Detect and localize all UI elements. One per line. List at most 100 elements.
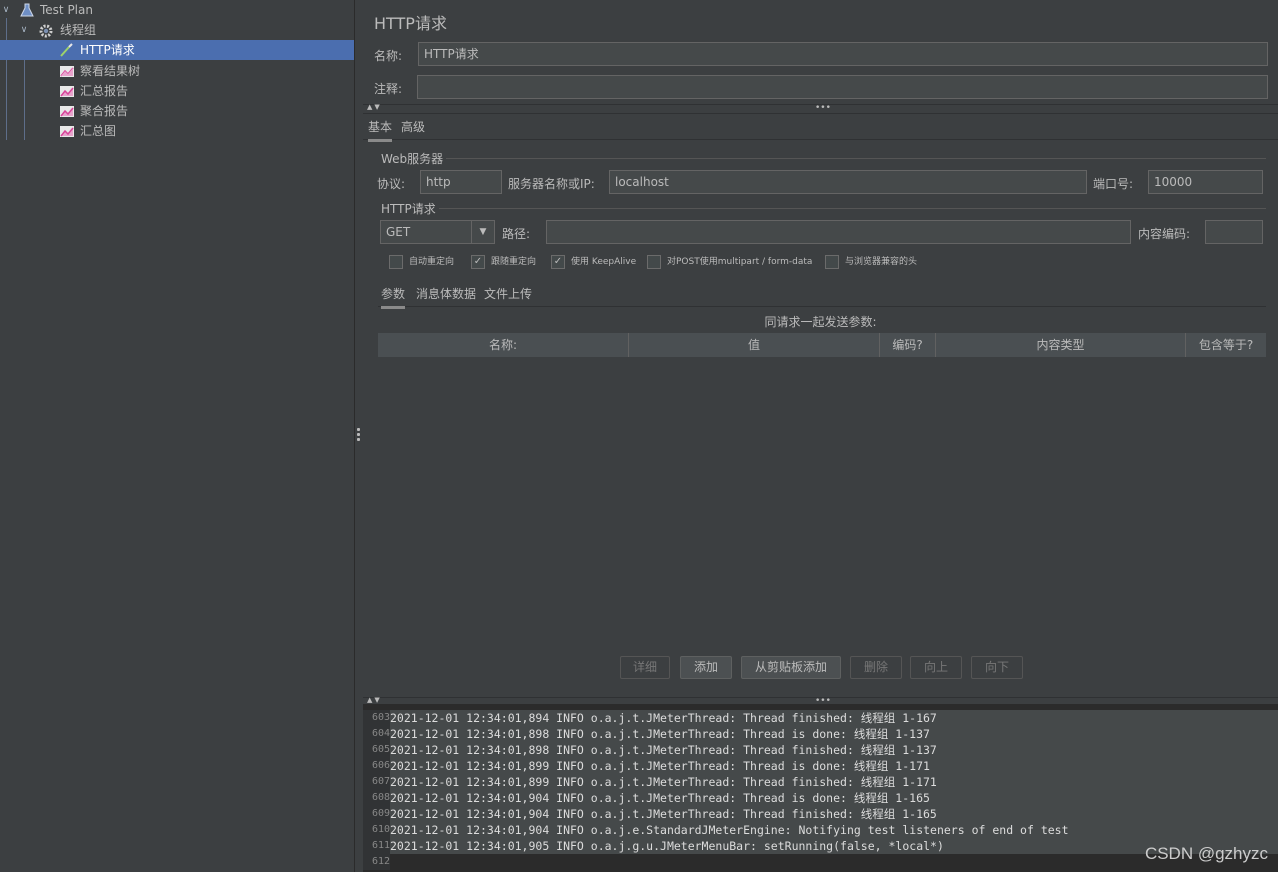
tree-item-summary-graph[interactable]: 汇总图 <box>0 121 354 141</box>
log-current-line[interactable]: 612 <box>363 854 1278 870</box>
gear-icon <box>38 23 54 38</box>
checkbox-label: 使用 KeepAlive <box>571 257 637 267</box>
tree-item-summary-report[interactable]: 汇总报告 <box>0 81 354 101</box>
encoding-field[interactable] <box>1205 220 1263 244</box>
log-line: 608 2021-12-01 12:34:01,904 INFO o.a.j.t… <box>363 790 1278 806</box>
protocol-field[interactable]: http <box>420 170 502 194</box>
checkbox-label: 自动重定向 <box>409 257 455 267</box>
tree-item-http-request[interactable]: HTTP请求 <box>0 40 354 60</box>
column-header-encode[interactable]: 编码? <box>880 333 936 357</box>
move-up-button[interactable]: 向上 <box>910 656 962 679</box>
log-text: 2021-12-01 12:34:01,904 INFO o.a.j.t.JMe… <box>390 790 1278 806</box>
line-number: 608 <box>363 790 390 806</box>
column-header-name[interactable]: 名称: <box>378 333 629 357</box>
method-value: GET <box>386 225 411 239</box>
collapse-arrows-icon[interactable]: ▲▼ <box>367 696 382 704</box>
add-from-clipboard-button[interactable]: 从剪贴板添加 <box>741 656 841 679</box>
encoding-label: 内容编码: <box>1138 227 1191 241</box>
log-text: 2021-12-01 12:34:01,899 INFO o.a.j.t.JMe… <box>390 774 1278 790</box>
watermark: CSDN @gzhyzc <box>1144 844 1268 863</box>
comment-label: 注释: <box>374 82 403 96</box>
tab-basic[interactable]: 基本 <box>368 115 393 142</box>
tree-item-label: 察看结果树 <box>80 64 141 78</box>
check-icon[interactable]: ✓ <box>551 255 565 269</box>
check-icon[interactable]: ✓ <box>471 255 485 269</box>
tree-item-label: 线程组 <box>60 23 97 37</box>
line-number: 609 <box>363 806 390 822</box>
chart-listener-icon <box>59 124 75 138</box>
column-header-content-type[interactable]: 内容类型 <box>936 333 1186 357</box>
move-down-button[interactable]: 向下 <box>971 656 1023 679</box>
tree-item-label: HTTP请求 <box>80 43 135 57</box>
tree-item-aggregate-report[interactable]: 聚合报告 <box>0 101 354 121</box>
checkbox-label: 与浏览器兼容的头 <box>845 257 918 267</box>
pipette-icon <box>59 43 75 57</box>
log-text: 2021-12-01 12:34:01,899 INFO o.a.j.t.JMe… <box>390 758 1278 774</box>
tree-item-test-plan[interactable]: ∨ Test Plan <box>0 0 354 20</box>
chart-listener-icon <box>59 84 75 98</box>
log-viewer[interactable]: 603 2021-12-01 12:34:01,894 INFO o.a.j.t… <box>363 704 1278 872</box>
splitter-grip-icon[interactable]: ••• <box>815 104 831 113</box>
log-text: 2021-12-01 12:34:01,904 INFO o.a.j.e.Sta… <box>390 822 1278 838</box>
chevron-down-icon[interactable]: ▼ <box>471 221 494 243</box>
log-line: 605 2021-12-01 12:34:01,898 INFO o.a.j.t… <box>363 742 1278 758</box>
path-label: 路径: <box>502 227 531 241</box>
log-line: 607 2021-12-01 12:34:01,899 INFO o.a.j.t… <box>363 774 1278 790</box>
detail-button[interactable]: 详细 <box>620 656 670 679</box>
flask-icon <box>19 3 35 17</box>
port-label: 端口号: <box>1093 177 1134 191</box>
chevron-down-icon[interactable]: ∨ <box>0 0 12 20</box>
table-caption: 同请求一起发送参数: <box>764 315 877 329</box>
chevron-down-icon[interactable]: ∨ <box>18 20 30 40</box>
line-number: 605 <box>363 742 390 758</box>
tab-parameters[interactable]: 参数 <box>381 284 406 309</box>
tab-file-upload[interactable]: 文件上传 <box>484 284 532 306</box>
log-text: 2021-12-01 12:34:01,898 INFO o.a.j.t.JMe… <box>390 726 1278 742</box>
chart-listener-icon <box>59 64 75 78</box>
name-label: 名称: <box>374 49 403 63</box>
checkbox-box[interactable] <box>389 255 403 269</box>
line-number: 607 <box>363 774 390 790</box>
panel-title: HTTP请求 <box>374 14 447 33</box>
server-field[interactable]: localhost <box>609 170 1087 194</box>
tab-body-data[interactable]: 消息体数据 <box>416 284 476 306</box>
http-request-panel: HTTP请求 名称: HTTP请求 注释: ▲▼ ••• 基本 高级 Web服务… <box>363 0 1278 872</box>
name-field[interactable]: HTTP请求 <box>418 42 1268 66</box>
log-line: 603 2021-12-01 12:34:01,894 INFO o.a.j.t… <box>363 710 1278 726</box>
server-label: 服务器名称或IP: <box>508 177 595 191</box>
tree-item-label: 聚合报告 <box>80 104 129 118</box>
tree-item-label: 汇总报告 <box>80 84 129 98</box>
log-text: 2021-12-01 12:34:01,898 INFO o.a.j.t.JMe… <box>390 742 1278 758</box>
log-text: 2021-12-01 12:34:01,904 INFO o.a.j.t.JMe… <box>390 806 1278 822</box>
column-header-include-equals[interactable]: 包含等于? <box>1186 333 1266 357</box>
comment-field[interactable] <box>417 75 1268 99</box>
log-line: 610 2021-12-01 12:34:01,904 INFO o.a.j.e… <box>363 822 1278 838</box>
tree-item-thread-group[interactable]: ∨ 线程组 <box>0 20 354 40</box>
method-select[interactable]: GET ▼ <box>380 220 495 244</box>
log-line: 604 2021-12-01 12:34:01,898 INFO o.a.j.t… <box>363 726 1278 742</box>
checkbox-label: 跟随重定向 <box>491 257 537 267</box>
collapse-arrows-icon[interactable]: ▲▼ <box>367 103 382 111</box>
add-button[interactable]: 添加 <box>680 656 732 679</box>
line-number: 610 <box>363 822 390 838</box>
chart-listener-icon <box>59 104 75 118</box>
line-number: 604 <box>363 726 390 742</box>
line-number: 606 <box>363 758 390 774</box>
web-server-group-title: Web服务器 <box>378 150 447 167</box>
group-border <box>378 208 1266 209</box>
column-header-value[interactable]: 值 <box>629 333 880 357</box>
path-field[interactable] <box>546 220 1131 244</box>
log-line: 606 2021-12-01 12:34:01,899 INFO o.a.j.t… <box>363 758 1278 774</box>
tree-item-label: Test Plan <box>40 3 93 17</box>
tab-advanced[interactable]: 高级 <box>401 115 425 139</box>
top-splitter[interactable]: ▲▼ ••• <box>363 103 1278 114</box>
delete-button[interactable]: 删除 <box>850 656 902 679</box>
line-number: 603 <box>363 710 390 726</box>
checkbox-box[interactable] <box>647 255 661 269</box>
test-plan-tree[interactable]: ∨ Test Plan ∨ 线程组 HTTP请求 察看结果树 汇总报告 聚合报告… <box>0 0 355 872</box>
tree-item-view-results-tree[interactable]: 察看结果树 <box>0 61 354 81</box>
port-field[interactable]: 10000 <box>1148 170 1263 194</box>
splitter-grip-icon[interactable] <box>357 428 360 444</box>
log-line: 611 2021-12-01 12:34:01,905 INFO o.a.j.g… <box>363 838 1278 854</box>
checkbox-box[interactable] <box>825 255 839 269</box>
